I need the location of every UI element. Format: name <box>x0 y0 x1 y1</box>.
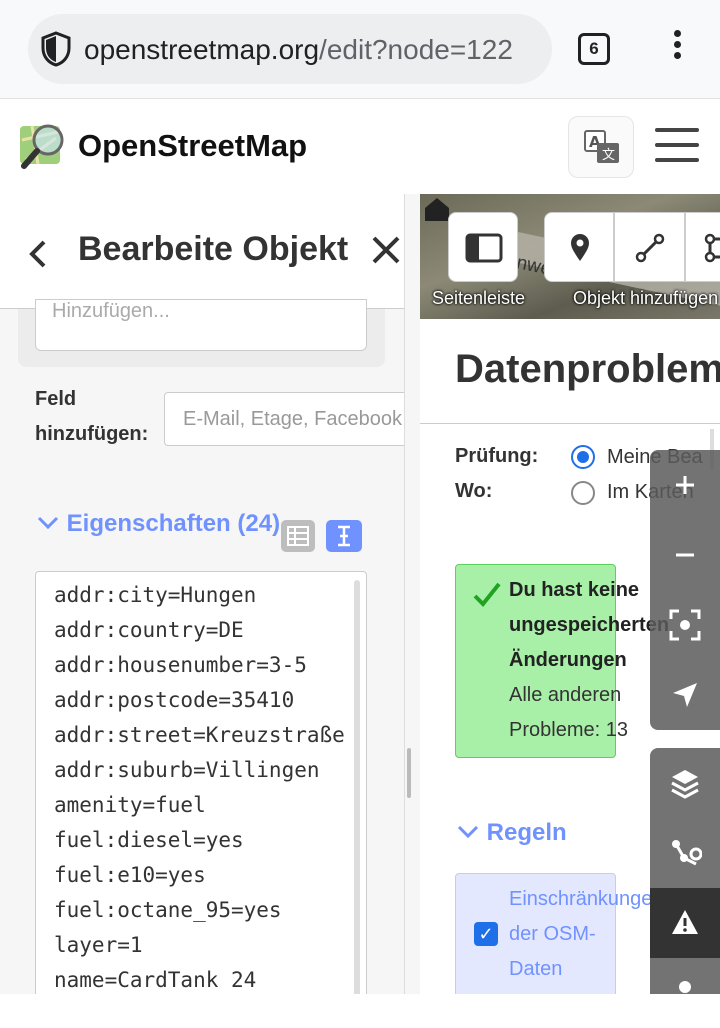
no-issues-box: Du hast keine ungespeicherten Änderungen… <box>455 564 669 758</box>
address-bar[interactable]: openstreetmap.org/edit?node=122 <box>28 14 552 84</box>
url-text: openstreetmap.org/edit?node=122 <box>84 34 513 66</box>
url-path: /edit?node=122 <box>319 34 513 65</box>
radio-my-edits[interactable] <box>571 445 595 469</box>
properties-section-toggle[interactable]: Eigenschaften (24) <box>36 510 280 538</box>
inspector-sidebar: Bearbeite Objekt Hinzufügen... Feld hinz… <box>0 194 404 994</box>
url-host: openstreetmap.org <box>84 34 320 65</box>
tag-line: addr:street=Kreuzstraße <box>54 723 345 747</box>
line-icon <box>635 233 665 263</box>
minus-icon <box>676 553 694 557</box>
chevron-down-icon <box>37 516 59 530</box>
layers-icon <box>671 770 699 799</box>
sidebar-scrollbar[interactable] <box>407 748 411 798</box>
tag-line: addr:country=DE <box>54 618 244 642</box>
focus-icon <box>669 609 701 641</box>
zoom-to-selection-button[interactable] <box>650 590 720 660</box>
add-field-label-line1: Feld <box>35 388 77 410</box>
add-area-button[interactable] <box>685 212 720 282</box>
issues-divider <box>420 423 720 424</box>
sidebar-button-label: Seitenleiste <box>432 288 526 308</box>
tag-lines: addr:city=Hungen addr:country=DE addr:hous… <box>54 578 345 994</box>
browser-menu-icon[interactable] <box>670 30 684 70</box>
svg-text:文: 文 <box>602 148 615 163</box>
plus-icon <box>676 476 694 494</box>
sidebar-toggle-icon <box>465 233 503 263</box>
warning-icon <box>672 910 698 934</box>
osm-logo-icon[interactable] <box>18 120 70 170</box>
add-field-label: Feld hinzufügen: <box>35 382 148 452</box>
add-object-label: Objekt hinzufügen <box>573 288 719 308</box>
geolocate-button[interactable] <box>650 660 720 730</box>
back-chevron-icon[interactable] <box>22 234 52 274</box>
properties-label: Eigenschaften (24) <box>66 510 281 537</box>
tag-list-view-button[interactable] <box>281 520 315 552</box>
translate-button[interactable]: A 文 <box>568 116 634 178</box>
map-data-icon <box>672 840 702 866</box>
rules-section-toggle[interactable]: Regeln <box>456 819 567 847</box>
area-icon <box>704 233 720 263</box>
map-view[interactable]: rnweg Seitenleiste Objekt hinzufügen <box>420 194 720 319</box>
preferences-panel-button[interactable] <box>650 958 720 1028</box>
sidebar-header: Bearbeite Objekt <box>0 194 404 309</box>
rules-label: Regeln <box>486 819 567 846</box>
add-field-label-line2: hinzufügen: <box>35 423 149 445</box>
check-label: Prüfung: <box>455 445 539 467</box>
map-data-panel-button[interactable] <box>650 818 720 888</box>
translate-icon: A 文 <box>584 130 619 163</box>
user-icon <box>679 981 691 993</box>
zoom-in-button[interactable] <box>650 450 720 520</box>
tag-text-view-button[interactable] <box>326 520 362 552</box>
rule-checkbox[interactable]: ✓ <box>474 922 498 946</box>
previous-field-group: Hinzufügen... <box>18 299 385 367</box>
tag-line: fuel:diesel=yes <box>54 828 244 852</box>
issues-panel-button[interactable] <box>650 888 720 958</box>
add-line-button[interactable] <box>614 212 685 282</box>
tag-line: addr:postcode=35410 <box>54 688 295 712</box>
tag-line: layer=1 <box>54 933 143 957</box>
checkmark-icon <box>473 582 501 607</box>
no-issues-subtitle: Alle anderen Probleme: 13 <box>509 684 628 741</box>
tag-line: addr:city=Hungen <box>54 583 257 607</box>
text-cursor-icon <box>338 525 350 547</box>
tag-editor-scrollbar[interactable] <box>354 580 360 994</box>
rule-label[interactable]: Einschränkungen der OSM-Daten <box>509 882 664 987</box>
zoom-out-button[interactable] <box>650 520 720 590</box>
tag-line: addr:suburb=Villingen <box>54 758 320 782</box>
sidebar-title: Bearbeite Objekt <box>78 230 349 268</box>
background-panel-button[interactable] <box>650 748 720 818</box>
map-controls-zoom <box>650 450 720 730</box>
tag-line: fuel:octane_95=yes <box>54 898 282 922</box>
toggle-sidebar-button[interactable] <box>448 212 518 282</box>
rule-item[interactable]: ✓ Einschränkungen der OSM-Daten <box>455 873 664 994</box>
add-point-button[interactable] <box>544 212 614 282</box>
shield-icon <box>41 31 71 67</box>
tag-text-editor[interactable]: addr:city=Hungen addr:country=DE addr:hous… <box>35 571 367 994</box>
browser-toolbar: openstreetmap.org/edit?node=122 6 <box>0 0 720 99</box>
no-issues-title: Du hast keine ungespeicherten Änderungen <box>509 579 670 671</box>
tag-line: amenity=fuel <box>54 793 206 817</box>
tag-line: fuel:e10=yes <box>54 863 206 887</box>
hamburger-menu-icon[interactable] <box>655 128 699 164</box>
radio-in-map[interactable] <box>571 481 595 505</box>
tab-switcher-button[interactable]: 6 <box>578 33 610 65</box>
site-title[interactable]: OpenStreetMap <box>78 128 307 164</box>
sidebar-resizer[interactable] <box>404 194 420 994</box>
site-header: OpenStreetMap A 文 <box>0 100 720 194</box>
previous-field-input[interactable]: Hinzufügen... <box>35 299 367 351</box>
tag-line: addr:housenumber=3-5 <box>54 653 307 677</box>
close-icon[interactable] <box>366 230 404 270</box>
issues-title: Datenproblem <box>455 347 720 391</box>
chevron-down-icon <box>457 825 479 839</box>
table-icon <box>287 526 309 546</box>
where-label: Wo: <box>455 480 493 502</box>
tag-line: name=CardTank 24 <box>54 968 257 992</box>
location-arrow-icon <box>673 683 697 707</box>
map-pin-icon <box>571 234 589 261</box>
add-field-input[interactable]: E-Mail, Etage, Facebook <box>164 392 404 446</box>
